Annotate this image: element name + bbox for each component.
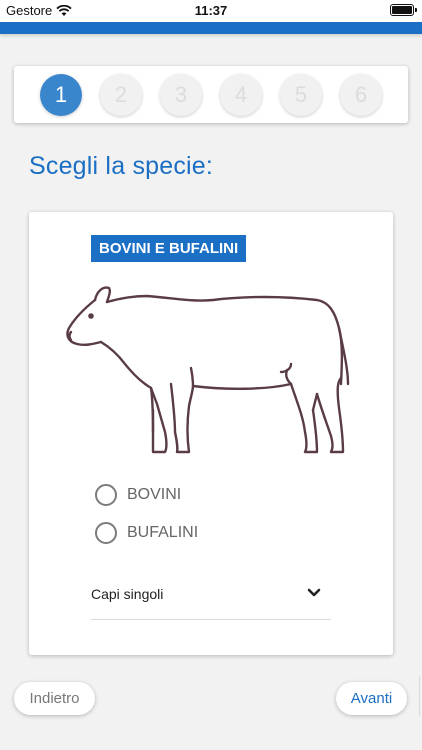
radio-label: BUFALINI xyxy=(127,524,199,541)
battery-fill xyxy=(392,6,412,14)
status-time: 11:37 xyxy=(194,3,228,18)
back-button[interactable]: Indietro xyxy=(14,682,95,715)
animal-type-select[interactable]: Capi singoli xyxy=(91,580,331,620)
step-1[interactable]: 1 xyxy=(40,73,82,116)
radio-bufalini[interactable]: BUFALINI xyxy=(95,522,198,544)
radio-bovini[interactable]: BOVINI xyxy=(95,484,181,506)
step-4[interactable]: 4 xyxy=(220,73,262,116)
divider xyxy=(419,676,420,716)
species-badge: BOVINI E BUFALINI xyxy=(91,235,247,262)
battery-icon xyxy=(390,4,417,16)
radio-circle[interactable] xyxy=(95,484,117,506)
radio-label: BOVINI xyxy=(127,486,182,503)
page-title: Scegli la specie: xyxy=(29,152,214,180)
app-header xyxy=(0,22,422,34)
stepper: 1 2 3 4 5 6 xyxy=(14,66,408,123)
next-button[interactable]: Avanti xyxy=(336,682,407,715)
cow-icon xyxy=(66,286,350,454)
select-value: Capi singoli xyxy=(91,586,164,602)
step-6[interactable]: 6 xyxy=(340,73,382,116)
species-card: BOVINI E BUFALINI BOVINI BUFALINI Capi s… xyxy=(29,212,393,655)
radio-circle[interactable] xyxy=(95,522,117,544)
status-bar: Gestore 11:37 xyxy=(0,0,422,22)
step-2[interactable]: 2 xyxy=(100,73,142,116)
step-3[interactable]: 3 xyxy=(160,73,202,116)
step-5[interactable]: 5 xyxy=(280,73,322,116)
chevron-down-icon[interactable] xyxy=(307,588,321,598)
